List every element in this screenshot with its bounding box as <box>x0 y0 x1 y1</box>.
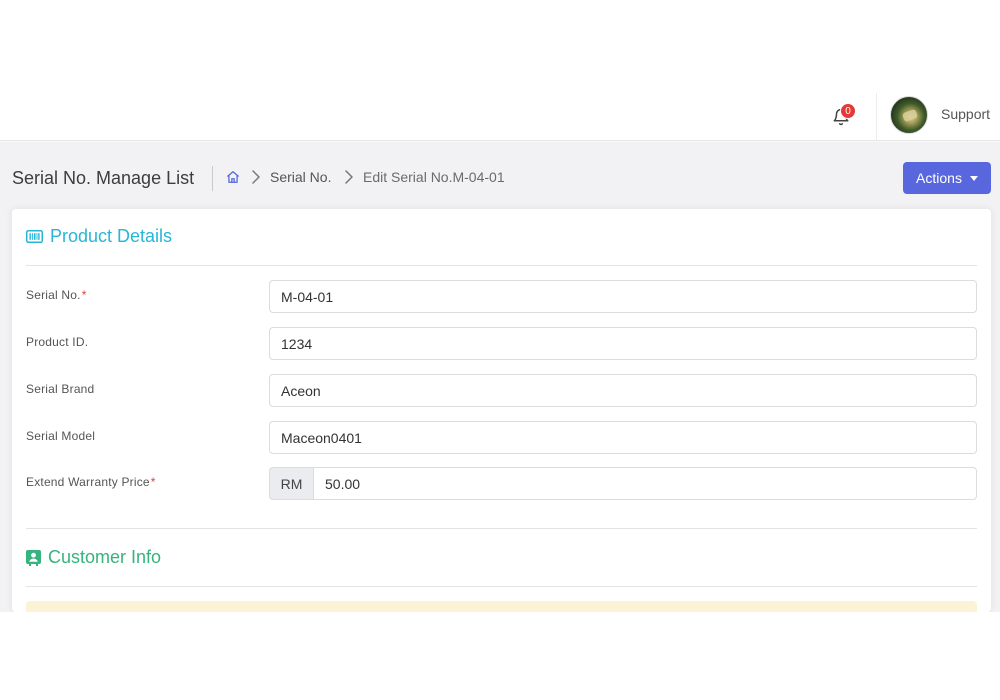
user-name[interactable]: Support <box>941 106 990 122</box>
subheader-divider <box>212 166 213 191</box>
chevron-right-icon <box>252 170 260 184</box>
extend-warranty-price-input[interactable] <box>313 467 977 500</box>
serial-no-label: Serial No.* <box>26 288 87 302</box>
serial-model-input[interactable] <box>269 421 977 454</box>
actions-button[interactable]: Actions <box>903 162 991 194</box>
avatar[interactable] <box>890 96 928 134</box>
topbar-divider <box>876 93 877 141</box>
page-title: Serial No. Manage List <box>12 168 195 188</box>
notifications-button[interactable]: 0 <box>829 101 857 129</box>
customer-info-header: Customer Info <box>26 547 161 568</box>
extend-warranty-price-group: RM <box>269 467 977 500</box>
breadcrumb-current: Edit Serial No.M-04-01 <box>363 169 505 185</box>
product-id-label: Product ID. <box>26 335 89 349</box>
home-icon[interactable] <box>226 170 240 184</box>
extend-warranty-price-label: Extend Warranty Price* <box>26 475 156 489</box>
section-divider <box>26 265 977 266</box>
breadcrumb-link-serial-no[interactable]: Serial No. <box>270 169 331 185</box>
subheader: Serial No. Manage List Serial No. Edit S… <box>0 142 1000 208</box>
alert-banner <box>26 601 977 612</box>
caret-down-icon <box>969 175 978 181</box>
product-id-input[interactable] <box>269 327 977 360</box>
customer-info-title: Customer Info <box>48 547 162 567</box>
topbar: 0 Support <box>0 93 1000 141</box>
product-details-title: Product Details <box>50 226 173 246</box>
blank-top-area <box>0 0 1000 93</box>
serial-brand-label: Serial Brand <box>26 382 95 396</box>
section-divider <box>26 528 977 529</box>
required-marker: * <box>150 475 156 489</box>
required-marker: * <box>81 288 87 302</box>
serial-model-label: Serial Model <box>26 429 96 443</box>
blank-bottom-area <box>0 612 1000 700</box>
serial-brand-input[interactable] <box>269 374 977 407</box>
actions-button-label: Actions <box>916 170 962 186</box>
product-details-header: Product Details <box>26 226 172 247</box>
form-card: Product Details Serial No.* Product ID. … <box>12 209 991 612</box>
notification-count-badge: 0 <box>840 103 856 119</box>
serial-no-input[interactable] <box>269 280 977 313</box>
currency-addon: RM <box>269 467 313 500</box>
contact-card-icon <box>26 549 41 566</box>
section-divider <box>26 586 977 587</box>
chevron-right-icon <box>345 170 353 184</box>
barcode-icon <box>26 230 43 243</box>
